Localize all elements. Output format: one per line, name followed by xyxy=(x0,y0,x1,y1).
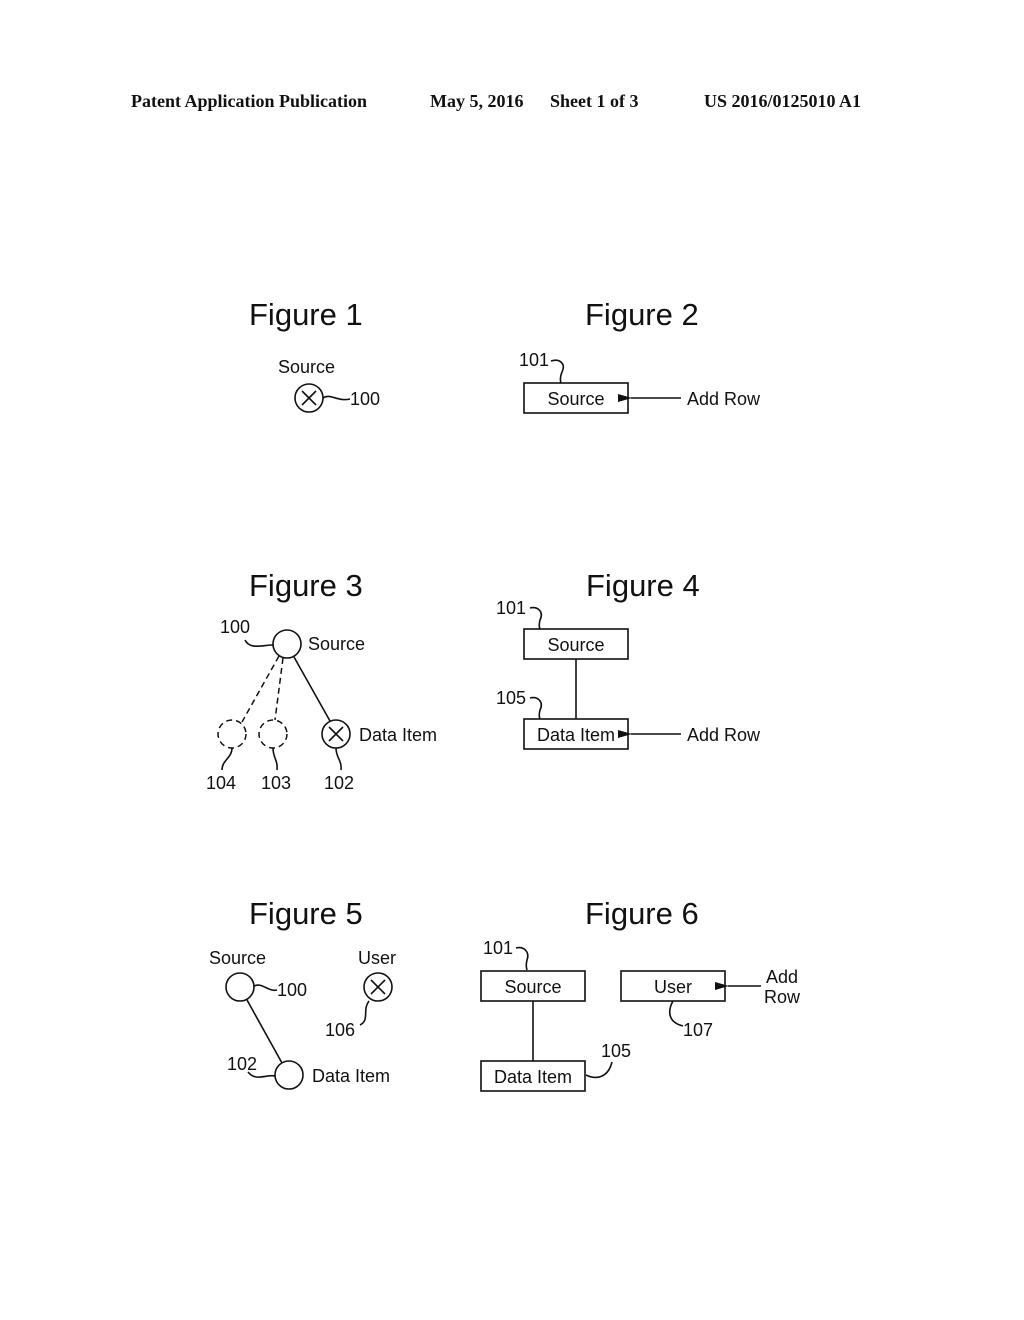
figure-2: Figure 2 101 Source Add Row xyxy=(519,297,761,414)
leader-line xyxy=(550,359,565,384)
solid-edge xyxy=(293,656,331,722)
reference-numeral: 103 xyxy=(261,773,291,793)
leader-line xyxy=(221,747,233,771)
figure-5: Figure 5 Source 100 User 106 102 Data It… xyxy=(209,896,396,1090)
user-node-crossed-icon xyxy=(363,972,393,1002)
reference-numeral: 100 xyxy=(220,617,250,637)
leader-line xyxy=(529,696,543,720)
dashed-edge xyxy=(274,657,284,721)
add-label: Add xyxy=(766,967,798,987)
add-row-label: Add Row xyxy=(687,725,761,745)
patent-sheet: Patent Application Publication May 5, 20… xyxy=(131,91,861,1092)
source-label: Source xyxy=(278,357,335,377)
potential-node-104-icon xyxy=(217,719,247,749)
source-label: Source xyxy=(209,948,266,968)
source-node-icon xyxy=(225,972,255,1002)
add-row-label: Add Row xyxy=(687,389,761,409)
figure-3: Figure 3 100 Source Data Item 104 103 10… xyxy=(206,568,437,793)
leader-line xyxy=(322,395,351,401)
leader-line xyxy=(335,747,342,771)
potential-node-103-icon xyxy=(258,719,288,749)
leader-line xyxy=(529,606,543,630)
leader-line xyxy=(515,946,529,971)
leader-line xyxy=(585,1061,613,1079)
reference-numeral: 107 xyxy=(683,1020,713,1040)
page-header: Patent Application Publication May 5, 20… xyxy=(131,91,861,111)
data-item-box-label: Data Item xyxy=(494,1067,572,1087)
publication-date: May 5, 2016 xyxy=(430,91,524,111)
sheet-number: Sheet 1 of 3 xyxy=(550,91,639,111)
leader-line xyxy=(253,984,278,992)
reference-numeral: 104 xyxy=(206,773,236,793)
figure-2-title: Figure 2 xyxy=(585,297,699,332)
data-item-label: Data Item xyxy=(359,725,437,745)
figure-4: Figure 4 101 Source 105 Data Item Add Ro… xyxy=(496,568,761,750)
figure-1: Figure 1 Source 100 xyxy=(249,297,380,413)
leader-line xyxy=(668,1000,684,1027)
reference-numeral: 100 xyxy=(350,389,380,409)
reference-numeral: 106 xyxy=(325,1020,355,1040)
reference-numeral: 100 xyxy=(277,980,307,1000)
reference-numeral: 101 xyxy=(519,350,549,370)
figure-6: Figure 6 101 Source Data Item 105 User A… xyxy=(480,896,801,1092)
source-node-icon xyxy=(272,629,302,659)
figure-4-title: Figure 4 xyxy=(586,568,700,603)
patent-number: US 2016/0125010 A1 xyxy=(704,91,861,111)
reference-numeral: 105 xyxy=(496,688,526,708)
source-box-label: Source xyxy=(547,635,604,655)
reference-numeral: 102 xyxy=(324,773,354,793)
user-label: User xyxy=(358,948,396,968)
data-item-label: Data Item xyxy=(312,1066,390,1086)
reference-numeral: 105 xyxy=(601,1041,631,1061)
source-box-label: Source xyxy=(547,389,604,409)
leader-line xyxy=(272,747,278,771)
reference-numeral: 101 xyxy=(483,938,513,958)
figure-3-title: Figure 3 xyxy=(249,568,363,603)
leader-line xyxy=(244,639,274,648)
leader-line xyxy=(359,1000,370,1026)
source-node-crossed-icon xyxy=(294,383,324,413)
source-label: Source xyxy=(308,634,365,654)
dashed-edge xyxy=(241,655,280,723)
publication-type: Patent Application Publication xyxy=(131,91,367,111)
row-label: Row xyxy=(764,987,801,1007)
data-item-box-label: Data Item xyxy=(537,725,615,745)
reference-numeral: 101 xyxy=(496,598,526,618)
reference-numeral: 102 xyxy=(227,1054,257,1074)
figure-1-title: Figure 1 xyxy=(249,297,363,332)
data-item-node-crossed-icon xyxy=(321,719,351,749)
figure-6-title: Figure 6 xyxy=(585,896,699,931)
user-box-label: User xyxy=(654,977,692,997)
figure-5-title: Figure 5 xyxy=(249,896,363,931)
data-item-node-icon xyxy=(274,1060,304,1090)
source-box-label: Source xyxy=(504,977,561,997)
